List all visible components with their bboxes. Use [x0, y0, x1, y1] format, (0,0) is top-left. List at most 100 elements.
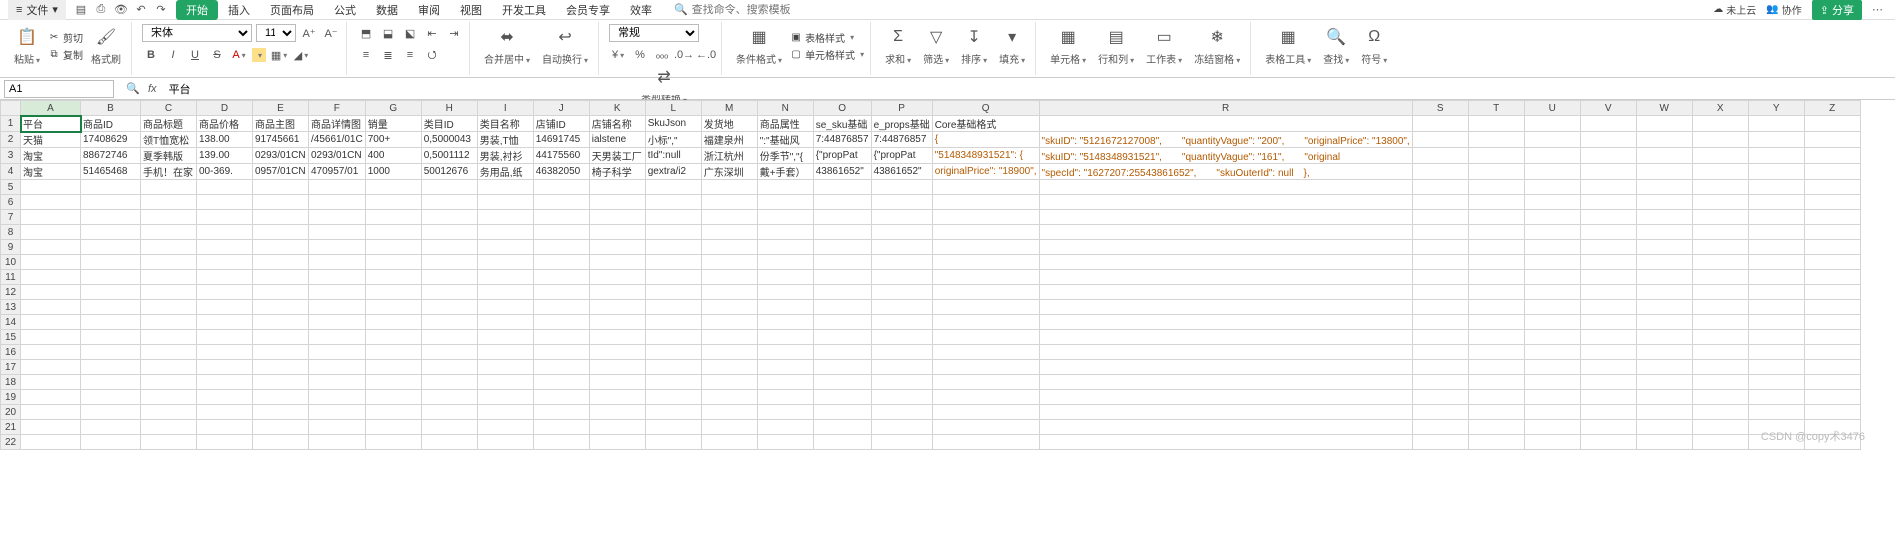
cell[interactable]	[365, 360, 421, 375]
cell[interactable]: 店铺名称	[589, 116, 645, 132]
cell[interactable]	[932, 300, 1039, 315]
cell[interactable]	[1524, 164, 1580, 180]
cell[interactable]	[932, 255, 1039, 270]
align-left-icon[interactable]: ≡	[357, 46, 375, 64]
cell[interactable]	[813, 405, 871, 420]
cell[interactable]	[1804, 435, 1860, 450]
cell[interactable]	[253, 270, 309, 285]
cell[interactable]	[253, 315, 309, 330]
format-painter-button[interactable]: 🖌 格式刷	[87, 24, 125, 68]
cell[interactable]	[1748, 420, 1804, 435]
cell[interactable]	[813, 435, 871, 450]
row-header[interactable]: 18	[1, 375, 21, 390]
cell[interactable]	[533, 210, 589, 225]
cell[interactable]	[21, 435, 81, 450]
cell[interactable]	[701, 255, 757, 270]
cell[interactable]	[1412, 360, 1468, 375]
cell[interactable]	[1412, 285, 1468, 300]
align-top-icon[interactable]: ⬒	[357, 24, 375, 42]
col-header[interactable]: C	[141, 101, 197, 116]
decrease-font-icon[interactable]: A⁻	[322, 24, 340, 42]
cell[interactable]	[1524, 148, 1580, 164]
cell[interactable]	[81, 285, 141, 300]
cell[interactable]	[813, 300, 871, 315]
underline-icon[interactable]: U	[186, 46, 204, 64]
cell[interactable]: 商品ID	[81, 116, 141, 132]
cell[interactable]	[365, 285, 421, 300]
col-header[interactable]: E	[253, 101, 309, 116]
cell[interactable]	[141, 210, 197, 225]
cell[interactable]	[309, 345, 366, 360]
table-style-button[interactable]: ▣表格样式	[790, 30, 864, 45]
cell[interactable]	[1468, 285, 1524, 300]
cell[interactable]	[1636, 225, 1692, 240]
row-header[interactable]: 4	[1, 164, 21, 180]
cell[interactable]: 类目名称	[477, 116, 533, 132]
cell[interactable]	[197, 375, 253, 390]
row-header[interactable]: 5	[1, 180, 21, 195]
cell[interactable]	[1636, 315, 1692, 330]
cell[interactable]	[253, 240, 309, 255]
cell[interactable]	[589, 435, 645, 450]
cell[interactable]	[1748, 132, 1804, 148]
cell[interactable]	[645, 360, 701, 375]
cell[interactable]: tId":null	[645, 148, 701, 164]
cell[interactable]	[1412, 132, 1468, 148]
cell[interactable]	[1580, 300, 1636, 315]
cell[interactable]	[197, 255, 253, 270]
cell[interactable]: 43861652"	[871, 164, 932, 180]
cell[interactable]: 139.00	[197, 148, 253, 164]
cell[interactable]	[421, 420, 477, 435]
cell[interactable]	[365, 195, 421, 210]
command-search[interactable]: 🔍	[674, 3, 812, 16]
fx-icon[interactable]: fx	[148, 83, 157, 95]
cell[interactable]	[141, 195, 197, 210]
ribbon-tab-8[interactable]: 会员专享	[556, 0, 620, 20]
cell[interactable]	[1692, 255, 1748, 270]
cell[interactable]	[589, 360, 645, 375]
cell[interactable]	[21, 420, 81, 435]
cell[interactable]: 470957/01	[309, 164, 366, 180]
cell[interactable]	[701, 285, 757, 300]
cell[interactable]	[1468, 225, 1524, 240]
cell[interactable]	[1636, 180, 1692, 195]
cell[interactable]	[1468, 315, 1524, 330]
cell[interactable]	[421, 285, 477, 300]
col-header[interactable]: F	[309, 101, 366, 116]
cell[interactable]	[1748, 390, 1804, 405]
cell[interactable]	[813, 345, 871, 360]
cell[interactable]	[757, 180, 813, 195]
cell[interactable]	[309, 225, 366, 240]
cell[interactable]	[1804, 420, 1860, 435]
cell[interactable]: 400	[365, 148, 421, 164]
cell-style-button[interactable]: ▢单元格样式	[790, 47, 864, 62]
cell[interactable]	[1804, 405, 1860, 420]
cell[interactable]	[589, 180, 645, 195]
cell[interactable]	[813, 315, 871, 330]
cell[interactable]	[1748, 164, 1804, 180]
cell[interactable]	[1412, 315, 1468, 330]
copy-button[interactable]: ⧉复制	[48, 47, 83, 62]
cell[interactable]	[757, 210, 813, 225]
cell[interactable]	[421, 360, 477, 375]
cell[interactable]: 类目ID	[421, 116, 477, 132]
cell[interactable]	[365, 375, 421, 390]
cell[interactable]	[477, 435, 533, 450]
cell[interactable]	[141, 345, 197, 360]
col-header[interactable]: M	[701, 101, 757, 116]
cell[interactable]	[701, 375, 757, 390]
font-size-select[interactable]: 11	[256, 24, 296, 42]
cell[interactable]	[813, 225, 871, 240]
cell[interactable]	[21, 375, 81, 390]
cell[interactable]	[253, 285, 309, 300]
cell[interactable]	[1580, 164, 1636, 180]
rows-cols-button[interactable]: ▤行和列	[1094, 24, 1138, 68]
cell[interactable]	[477, 300, 533, 315]
cell[interactable]	[1412, 435, 1468, 450]
cell[interactable]	[871, 180, 932, 195]
cell[interactable]	[533, 255, 589, 270]
cell[interactable]: 1000	[365, 164, 421, 180]
cell[interactable]: gextra/i2	[645, 164, 701, 180]
cell[interactable]: SkuJson	[645, 116, 701, 132]
col-header[interactable]: B	[81, 101, 141, 116]
